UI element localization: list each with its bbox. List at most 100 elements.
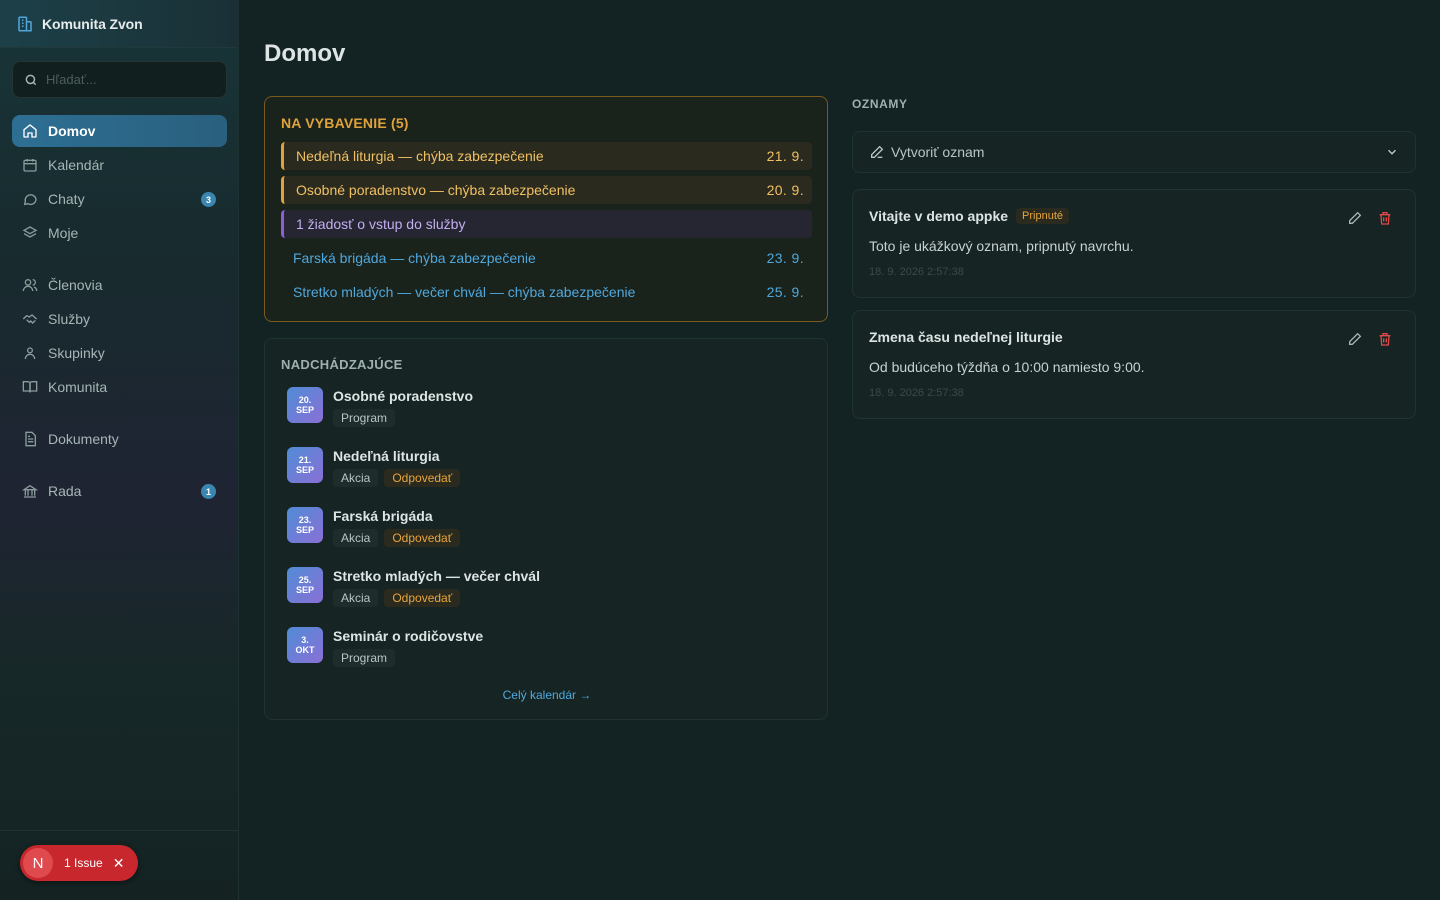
sidebar-footer: N 1 Issue ✕ xyxy=(0,830,239,900)
attention-title: NA VYBAVENIE (5) xyxy=(281,115,409,131)
attention-date: 25. 9. xyxy=(766,284,804,300)
nav-label: Služby xyxy=(48,311,91,327)
nav-item-sluzby[interactable]: Služby xyxy=(12,303,227,335)
nav-item-kalendar[interactable]: Kalendár xyxy=(12,149,227,181)
book-icon xyxy=(22,379,38,395)
attention-date: 23. 9. xyxy=(766,250,804,266)
nav-label: Členovia xyxy=(48,277,103,293)
chevron-down-icon xyxy=(1385,145,1399,159)
event-name: Nedeľná liturgia xyxy=(333,448,440,464)
event-item[interactable]: 20. SEP Osobné poradenstvo Program xyxy=(287,387,787,431)
event-name: Stretko mladých — večer chvál xyxy=(333,568,540,584)
nav-label: Skupinky xyxy=(48,345,105,361)
announcement-title: Zmena času nedeľnej liturgie xyxy=(869,329,1063,345)
edit-icon[interactable] xyxy=(1347,210,1363,226)
attention-item[interactable]: Stretko mladých — večer chvál — chýba za… xyxy=(281,278,812,306)
event-type-tag: Akcia xyxy=(333,529,379,547)
trash-icon[interactable] xyxy=(1377,210,1393,226)
event-item[interactable]: 21. SEP Nedeľná liturgia Akcia Odpovedať xyxy=(287,447,787,491)
event-type-tag: Akcia xyxy=(333,469,379,487)
announcements-title: OZNAMY xyxy=(852,97,908,111)
unread-badge: 3 xyxy=(201,192,216,207)
nav-label: Domov xyxy=(48,123,96,139)
event-month: OKT xyxy=(295,645,315,655)
event-month: SEP xyxy=(295,585,314,595)
sidebar: Komunita Zvon Domov Kalendár Chaty 3 Moj… xyxy=(0,0,239,900)
event-date-badge: 23. SEP xyxy=(287,507,323,543)
nav-item-rada[interactable]: Rada 1 xyxy=(12,475,227,507)
calendar-icon xyxy=(22,157,38,173)
event-item[interactable]: 25. SEP Stretko mladých — večer chvál Ak… xyxy=(287,567,787,611)
nav-label: Chaty xyxy=(48,191,85,207)
event-month: SEP xyxy=(295,405,314,415)
attention-item[interactable]: Farská brigáda — chýba zabezpečenie 23. … xyxy=(281,244,812,272)
unread-badge: 1 xyxy=(201,484,216,499)
pencil-icon xyxy=(869,144,885,160)
attention-text: Nedeľná liturgia — chýba zabezpečenie xyxy=(296,148,544,164)
trash-icon[interactable] xyxy=(1377,331,1393,347)
close-icon[interactable]: ✕ xyxy=(113,855,125,872)
nav-label: Komunita xyxy=(48,379,108,395)
create-announcement-toggle[interactable]: Vytvoriť oznam xyxy=(852,131,1416,173)
next-logo-icon: N xyxy=(23,848,53,878)
announcement-card: Zmena času nedeľnej liturgie Od budúceho… xyxy=(852,310,1416,419)
nav-item-komunita[interactable]: Komunita xyxy=(12,371,227,403)
attention-date: 20. 9. xyxy=(766,182,804,198)
search-icon xyxy=(24,73,38,87)
event-item[interactable]: 3. OKT Seminár o rodičovstve Program xyxy=(287,627,787,671)
building-icon xyxy=(16,15,34,33)
event-day: 25. xyxy=(298,575,312,585)
announcement-timestamp: 18. 9. 2026 2:57:38 xyxy=(869,387,964,399)
attention-item[interactable]: Nedeľná liturgia — chýba zabezpečenie 21… xyxy=(281,142,812,170)
handshake-icon xyxy=(22,311,38,327)
upcoming-card: NADCHÁDZAJÚCE 20. SEP Osobné poradenstvo… xyxy=(264,338,828,720)
respond-button[interactable]: Odpovedať xyxy=(384,589,461,607)
nav-item-dokumenty[interactable]: Dokumenty xyxy=(12,423,227,455)
event-name: Farská brigáda xyxy=(333,508,433,524)
announcement-title: Vitajte v demo appke xyxy=(869,208,1009,224)
search-input[interactable] xyxy=(46,72,216,87)
event-type-tag: Program xyxy=(333,649,396,667)
attention-item[interactable]: 1 žiadosť o vstup do služby xyxy=(281,210,812,238)
announcement-body: Toto je ukážkový oznam, pripnutý navrchu… xyxy=(869,238,1134,254)
landmark-icon xyxy=(22,483,38,499)
sidebar-header[interactable]: Komunita Zvon xyxy=(0,0,238,48)
event-date-badge: 25. SEP xyxy=(287,567,323,603)
attention-text: Osobné poradenstvo — chýba zabezpečenie xyxy=(296,182,576,198)
event-date-badge: 20. SEP xyxy=(287,387,323,423)
event-type-tag: Akcia xyxy=(333,589,379,607)
event-name: Osobné poradenstvo xyxy=(333,388,474,404)
nav-label: Moje xyxy=(48,225,79,241)
respond-button[interactable]: Odpovedať xyxy=(384,529,461,547)
attention-text: Farská brigáda — chýba zabezpečenie xyxy=(293,250,536,266)
nav-label: Dokumenty xyxy=(48,431,119,447)
respond-button[interactable]: Odpovedať xyxy=(384,469,461,487)
home-icon xyxy=(22,123,38,139)
attention-item[interactable]: Osobné poradenstvo — chýba zabezpečenie … xyxy=(281,176,812,204)
nav-item-domov[interactable]: Domov xyxy=(12,115,227,147)
chat-icon xyxy=(22,191,38,207)
issue-count: 1 Issue xyxy=(64,856,103,870)
event-day: 23. xyxy=(298,515,312,525)
event-item[interactable]: 23. SEP Farská brigáda Akcia Odpovedať xyxy=(287,507,787,551)
attention-text: 1 žiadosť o vstup do služby xyxy=(296,216,466,232)
nav-item-chaty[interactable]: Chaty 3 xyxy=(12,183,227,215)
nav-item-clenovia[interactable]: Členovia xyxy=(12,269,227,301)
event-day: 21. xyxy=(298,455,312,465)
event-month: SEP xyxy=(295,465,314,475)
issues-button[interactable]: N 1 Issue ✕ xyxy=(20,845,138,881)
app-name: Komunita Zvon xyxy=(42,15,143,32)
search-box[interactable] xyxy=(12,61,227,98)
announcement-card: Vitajte v demo appke Pripnuté Toto je uk… xyxy=(852,189,1416,298)
nav-item-skupinky[interactable]: Skupinky xyxy=(12,337,227,369)
full-calendar-link[interactable]: Celý kalendár → xyxy=(265,688,829,702)
users-icon xyxy=(22,277,38,293)
nav-label: Kalendár xyxy=(48,157,105,173)
page-title: Domov xyxy=(264,40,346,67)
announcement-timestamp: 18. 9. 2026 2:57:38 xyxy=(869,266,964,278)
layers-icon xyxy=(22,225,38,241)
nav-item-moje[interactable]: Moje xyxy=(12,217,227,249)
create-announcement-label: Vytvoriť oznam xyxy=(891,144,985,160)
edit-icon[interactable] xyxy=(1347,331,1363,347)
event-date-badge: 3. OKT xyxy=(287,627,323,663)
